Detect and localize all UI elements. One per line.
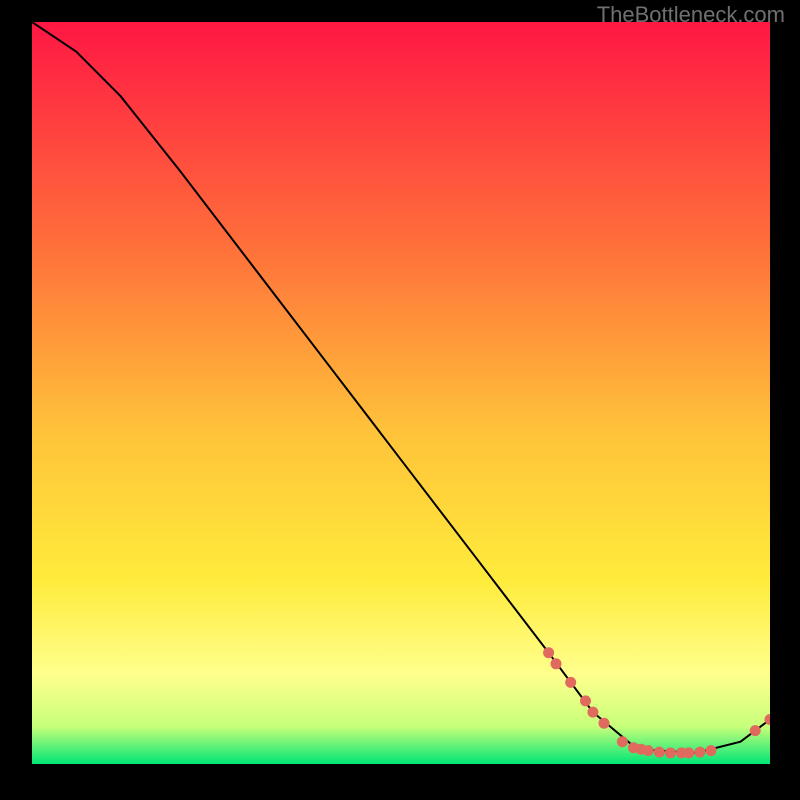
data-marker	[665, 747, 676, 758]
chart-background	[32, 22, 770, 764]
data-marker	[643, 745, 654, 756]
data-marker	[706, 745, 717, 756]
watermark-text: TheBottleneck.com	[597, 2, 785, 28]
data-marker	[599, 718, 610, 729]
data-marker	[565, 677, 576, 688]
data-marker	[580, 695, 591, 706]
data-marker	[654, 747, 665, 758]
data-marker	[694, 747, 705, 758]
data-marker	[617, 736, 628, 747]
data-marker	[750, 725, 761, 736]
data-marker	[683, 747, 694, 758]
bottleneck-chart	[32, 22, 770, 764]
data-marker	[543, 647, 554, 658]
chart-svg	[32, 22, 770, 764]
data-marker	[551, 658, 562, 669]
data-marker	[587, 707, 598, 718]
